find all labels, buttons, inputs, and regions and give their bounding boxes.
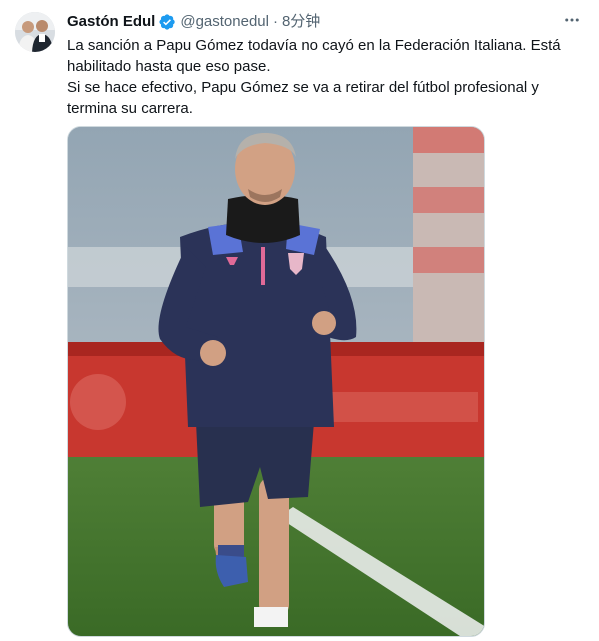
tweet-text: La sanción a Papu Gómez todavía no cayó …: [67, 35, 572, 119]
separator-dot: ·: [272, 13, 278, 30]
display-name[interactable]: Gastón Edul: [67, 12, 155, 32]
player-running-photo: [68, 127, 484, 636]
tweet-text-line: Si se hace efectivo, Papu Gómez se va a …: [67, 79, 539, 117]
more-button[interactable]: [561, 12, 583, 32]
handle[interactable]: @gastonedul: [180, 12, 269, 32]
tweet-text-line: La sanción a Papu Gómez todavía no cayó …: [67, 37, 561, 75]
verified-badge-icon: [158, 13, 176, 31]
tweet-header: Gastón Edul @gastonedul · 8分钟: [67, 12, 320, 32]
avatar[interactable]: [15, 12, 55, 52]
timestamp[interactable]: 8分钟: [282, 12, 320, 32]
tweet-photo[interactable]: [67, 126, 485, 637]
tweet-card[interactable]: Gastón Edul @gastonedul · 8分钟 La sanción…: [0, 0, 599, 641]
more-horizontal-icon: [563, 11, 581, 34]
